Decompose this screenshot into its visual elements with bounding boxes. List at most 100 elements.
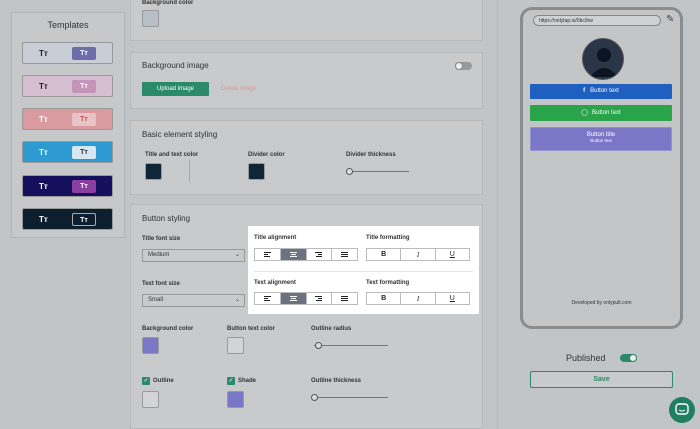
preview-whatsapp-button[interactable]: ◯ Button text [530, 105, 672, 121]
outline-checkbox[interactable]: ✓ [142, 377, 150, 385]
title-formatting-label: Title formatting [366, 235, 410, 241]
title-align-left-button[interactable] [255, 249, 281, 260]
preview-url[interactable]: https://onlytap.io/0bc9rw [533, 15, 661, 26]
template-item[interactable]: Tт Tт [22, 175, 113, 197]
user-icon [590, 48, 618, 77]
template-sample-button: Tт [72, 180, 96, 193]
title-text-color-swatch[interactable] [145, 163, 162, 180]
template-sample-title: Tт [39, 148, 48, 157]
title-alignment-group [254, 248, 358, 261]
title-alignment-label: Title alignment [254, 235, 297, 241]
template-sample-button: Tт [72, 113, 96, 126]
divider-thickness-knob[interactable] [346, 168, 353, 175]
template-sample-button: Tт [72, 213, 96, 226]
published-label: Published [566, 353, 606, 363]
text-alignment-label: Text alignment [254, 280, 296, 286]
chevron-down-icon: ⌄ [234, 297, 240, 303]
preview-purple-button[interactable]: Button title Button text [530, 127, 672, 151]
button-styling-title: Button styling [142, 214, 191, 223]
align-right-icon [315, 295, 323, 302]
align-left-icon [263, 251, 271, 258]
text-font-size-select[interactable]: Small ⌄ [142, 294, 245, 307]
background-color-swatch[interactable] [142, 10, 159, 27]
outline-radius-track[interactable] [314, 345, 388, 346]
preview-facebook-button[interactable]: f Button text [530, 84, 672, 99]
alignment-formatting-panel: Title alignment Title formatting B I U T… [248, 226, 479, 314]
preview-footer: Developed by onlypult.com [571, 300, 632, 306]
text-font-size-value: Small [148, 297, 164, 303]
text-formatting-label: Text formatting [366, 280, 410, 286]
phone-preview: https://onlytap.io/0bc9rw ✎ f Button text… [520, 7, 683, 329]
avatar [582, 38, 624, 80]
divider-color-swatch[interactable] [248, 163, 265, 180]
background-image-title: Background image [142, 61, 209, 70]
outline-color-swatch[interactable] [142, 391, 159, 408]
align-right-icon [315, 251, 323, 258]
shade-label: Shade [238, 378, 257, 384]
title-font-size-value: Medium [148, 252, 170, 258]
text-italic-button[interactable]: I [401, 293, 436, 304]
text-align-right-button[interactable] [307, 293, 333, 304]
align-justify-icon [341, 295, 349, 302]
template-item[interactable]: Tт Tт [22, 42, 113, 64]
shade-checkbox[interactable]: ✓ [227, 377, 235, 385]
template-item[interactable]: Tт Tт [22, 108, 113, 130]
button-text-color-label: Button text color [227, 326, 275, 332]
button-bg-color-swatch[interactable] [142, 337, 159, 354]
align-left-icon [263, 295, 271, 302]
text-font-size-label: Text font size [142, 281, 180, 287]
text-underline-button[interactable]: U [436, 293, 469, 304]
text-align-left-button[interactable] [255, 293, 281, 304]
save-button[interactable]: Save [530, 371, 673, 388]
divider-thickness-label: Divider thickness [346, 152, 396, 158]
align-center-icon [289, 295, 297, 302]
background-image-toggle[interactable] [455, 62, 472, 70]
template-sample-button: Tт [72, 47, 96, 60]
delete-image-button[interactable]: Delete image [221, 86, 256, 92]
chevron-down-icon: ⌄ [234, 252, 240, 258]
title-text-color-label: Title and text color [145, 152, 199, 158]
upload-image-button[interactable]: Upload image [142, 82, 209, 96]
shade-color-swatch[interactable] [227, 391, 244, 408]
chat-button[interactable] [669, 397, 695, 423]
whatsapp-icon: ◯ [581, 110, 589, 116]
title-underline-button[interactable]: U [436, 249, 469, 260]
title-align-justify-button[interactable] [332, 249, 357, 260]
templates-title: Templates [47, 20, 89, 30]
preview-button2-label: Button text [592, 110, 621, 116]
outline-thickness-knob[interactable] [311, 394, 318, 401]
preview-separator [497, 0, 498, 429]
template-sample-title: Tт [39, 182, 48, 191]
preview-button3-text: Button text [590, 138, 612, 143]
text-align-justify-button[interactable] [332, 293, 357, 304]
title-italic-button[interactable]: I [401, 249, 436, 260]
outline-label: Outline [153, 378, 174, 384]
divider-color-label: Divider color [248, 152, 285, 158]
template-item[interactable]: Tт Tт [22, 208, 113, 230]
align-center-icon [289, 251, 297, 258]
text-bold-button[interactable]: B [367, 293, 402, 304]
title-align-center-button[interactable] [280, 249, 307, 260]
template-item[interactable]: Tт Tт [22, 75, 113, 97]
divider-thickness-track[interactable] [349, 171, 409, 172]
button-text-color-swatch[interactable] [227, 337, 244, 354]
title-bold-button[interactable]: B [367, 249, 402, 260]
preview-button1-label: Button text [590, 88, 619, 94]
outline-radius-knob[interactable] [315, 342, 322, 349]
chat-icon [675, 403, 689, 415]
text-alignment-group [254, 292, 358, 305]
title-font-size-select[interactable]: Medium ⌄ [142, 249, 245, 262]
template-sample-button: Tт [72, 80, 96, 93]
published-toggle[interactable] [620, 354, 637, 362]
text-align-center-button[interactable] [280, 293, 307, 304]
outline-thickness-track[interactable] [314, 397, 388, 398]
template-sample-title: Tт [39, 115, 48, 124]
template-item[interactable]: Tт Tт [22, 141, 113, 163]
title-align-right-button[interactable] [307, 249, 333, 260]
pencil-icon[interactable]: ✎ [666, 14, 674, 25]
basic-styling-title: Basic element styling [142, 130, 218, 139]
align-justify-icon [341, 251, 349, 258]
divider-preview [189, 160, 190, 182]
outline-thickness-label: Outline thickness [311, 378, 362, 384]
button-bg-color-label: Background color [142, 326, 194, 332]
